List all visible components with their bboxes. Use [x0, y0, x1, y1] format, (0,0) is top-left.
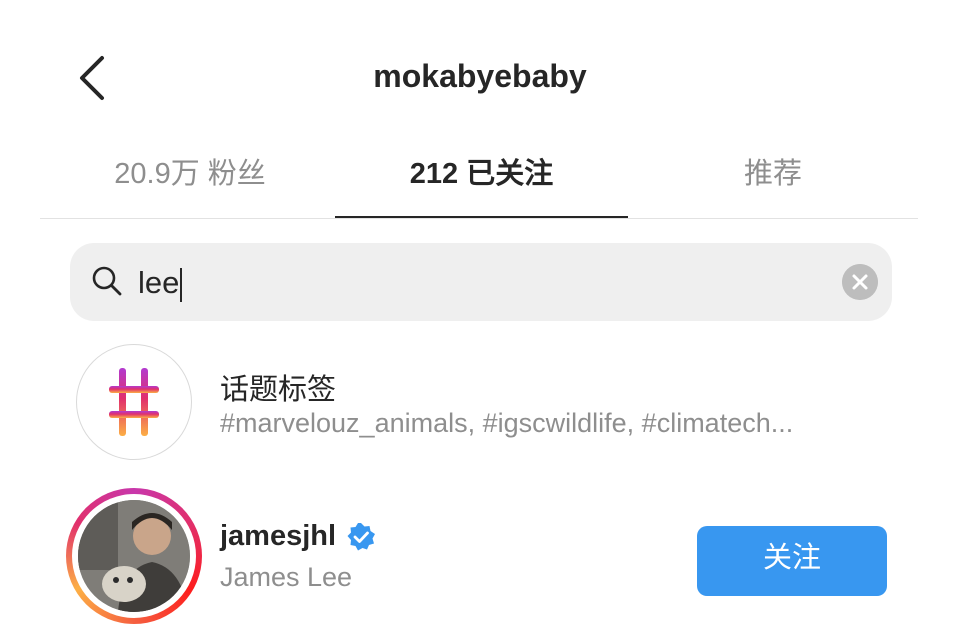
search-input-value: lee	[138, 265, 180, 300]
verified-badge-icon	[347, 523, 375, 551]
search-input[interactable]: lee	[138, 264, 183, 302]
active-tab-indicator	[335, 216, 628, 218]
avatar[interactable]	[78, 500, 190, 612]
hashtag-icon	[109, 368, 159, 436]
follow-button[interactable]: 关注	[697, 526, 887, 596]
tab-divider	[40, 218, 918, 219]
avatar-photo-icon	[78, 500, 190, 612]
hashtag-result-subtitle: #marvelouz_animals, #igscwildlife, #clim…	[220, 408, 794, 438]
search-icon	[92, 266, 122, 296]
tab-followers[interactable]: 20.9万 粉丝	[60, 152, 320, 202]
text-caret	[180, 267, 183, 302]
search-bar[interactable]	[70, 243, 892, 321]
tab-suggested[interactable]: 推荐	[628, 152, 918, 202]
clear-search-icon[interactable]	[842, 264, 878, 300]
hashtag-result-title[interactable]: 话题标签	[220, 366, 336, 408]
tab-following[interactable]: 212 已关注	[335, 152, 628, 202]
user-result-username[interactable]: jamesjhl	[220, 520, 336, 553]
page-title: mokabyebaby	[373, 58, 587, 94]
